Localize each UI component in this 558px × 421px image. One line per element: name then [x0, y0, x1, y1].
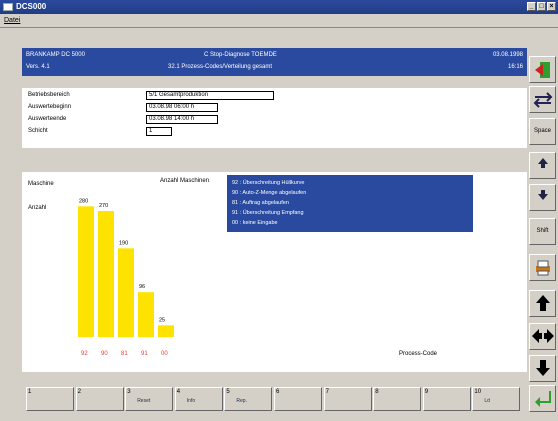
- legend-entry: 90 : Auto-Z-Menge abgelaufen: [232, 190, 306, 196]
- fkey-9[interactable]: 9: [422, 387, 471, 411]
- enter-icon: [533, 389, 553, 421]
- app-icon: [3, 3, 13, 11]
- maximize-button[interactable]: □: [537, 2, 546, 11]
- category-label: 92: [81, 351, 88, 357]
- field-schicht[interactable]: 1: [146, 127, 172, 136]
- chart-panel: MaschineAnzahl Maschinen23AnzahlProcess-…: [22, 172, 527, 372]
- arrow-up-small-button[interactable]: [529, 152, 556, 179]
- bar-value-label: 280: [79, 198, 88, 204]
- fkey-label: Info: [186, 398, 196, 404]
- space-button[interactable]: Space: [529, 118, 556, 145]
- fkey-8[interactable]: 8: [373, 387, 422, 411]
- sidebar: Space Shift: [527, 28, 558, 415]
- shift-button[interactable]: Shift: [529, 218, 556, 245]
- chart-machine-label: Maschine: [28, 181, 54, 187]
- legend-entry: 91 : Überschreitung Empfang: [232, 209, 304, 216]
- fkey-number: 2: [77, 389, 81, 395]
- label-schicht: Schicht: [28, 128, 48, 134]
- label-auswerteende: Auswerteende: [28, 116, 67, 122]
- category-label: 90: [101, 351, 108, 357]
- bar-value-label: 25: [159, 317, 165, 323]
- close-button[interactable]: ×: [547, 2, 556, 11]
- bar: [98, 211, 114, 337]
- swap-button[interactable]: [529, 86, 556, 113]
- label-betriebsbereich: Betriebsbereich: [28, 92, 70, 98]
- menu-item-datei[interactable]: Datei: [4, 17, 20, 24]
- arrow-down-button[interactable]: [529, 355, 556, 382]
- arrow-left-right-icon: [531, 327, 555, 357]
- arrow-down-small-icon: [536, 188, 550, 214]
- fkey-label: Reset: [137, 398, 151, 404]
- arrow-left-right-button[interactable]: [529, 323, 556, 350]
- fkey-10[interactable]: 10 Ld: [472, 387, 521, 411]
- sidebar-button-label: Space: [533, 128, 551, 134]
- time: 16:16: [507, 64, 523, 70]
- report-title: 32.1 Prozess-Codes/Verteilung gesamt: [168, 64, 273, 70]
- chart-title: Anzahl Maschinen: [160, 178, 209, 184]
- fkey-number: 10: [474, 389, 482, 395]
- arrow-down-small-button[interactable]: [529, 184, 556, 211]
- fkey-5[interactable]: 5 Rep.: [224, 387, 273, 411]
- fkey-6[interactable]: 6: [274, 387, 322, 411]
- fkey-3[interactable]: 3 Reset: [125, 387, 174, 411]
- printer-button[interactable]: [529, 254, 556, 281]
- menu-bar: Datei: [0, 14, 558, 28]
- printer-icon: [533, 258, 553, 290]
- bar: [138, 292, 154, 337]
- fkey-1[interactable]: 1: [26, 387, 74, 411]
- chart-y-label: Anzahl: [28, 205, 46, 211]
- bar: [118, 248, 134, 337]
- date: 03.08.1998: [492, 52, 523, 58]
- category-label: 91: [141, 351, 148, 357]
- chart-x-label: Process-Code: [399, 351, 438, 357]
- minimize-button[interactable]: _: [527, 2, 536, 11]
- fkey-number: 3: [127, 389, 131, 395]
- fkey-number: 5: [226, 389, 230, 395]
- fkey-label: Ld: [484, 398, 490, 404]
- title-bar: DCS000 _ □ ×: [0, 0, 558, 14]
- fkey-4[interactable]: 4 Info: [174, 387, 223, 411]
- arrow-up-button[interactable]: [529, 290, 556, 317]
- fkey-label: Rep.: [236, 398, 247, 404]
- fkey-number: 4: [176, 389, 181, 395]
- diagnosis-title: C Stop-Diagnose TOEMDE: [204, 52, 277, 58]
- bar-chart: MaschineAnzahl Maschinen23AnzahlProcess-…: [28, 175, 473, 357]
- fkey-number: 9: [424, 389, 429, 395]
- sidebar-button-label: Shift: [536, 228, 549, 234]
- bar: [158, 325, 174, 337]
- fkey-number: 6: [276, 389, 280, 395]
- version: Vers. 4.1: [26, 64, 50, 70]
- label-auswertebeginn: Auswertebeginn: [28, 104, 72, 110]
- category-label: 00: [161, 351, 168, 357]
- legend-entry: 92 : Überschreitung Hüllkurve: [232, 179, 304, 186]
- bar-value-label: 96: [139, 284, 145, 290]
- field-auswertebeginn[interactable]: 03.08.98 06:00 h: [146, 103, 218, 112]
- bar: [78, 206, 94, 337]
- function-key-bar: 1 2 3 Reset 4 Info 5 Rep. 6 7 8 9 10 Ld: [0, 383, 527, 415]
- arrow-up-icon: [534, 294, 552, 324]
- fkey-number: 1: [28, 389, 32, 395]
- legend-entry: 00 : keine Eingabe: [232, 220, 278, 226]
- fkey-7[interactable]: 7: [323, 387, 372, 411]
- legend-entry: 81 : Auftrag abgelaufen: [232, 200, 289, 206]
- bar-value-label: 270: [99, 203, 108, 209]
- field-auswerteende[interactable]: 03.08.98 14:00 h: [146, 115, 218, 124]
- system-name: BRANKAMP DC 5000: [26, 52, 85, 58]
- field-betriebsbereich[interactable]: 5/1 Gesamtproduktion: [146, 91, 274, 100]
- parameter-form: Betriebsbereich 5/1 Gesamtproduktion Aus…: [22, 88, 527, 148]
- info-header: BRANKAMP DC 5000 Vers. 4.1 C Stop-Diagno…: [22, 48, 527, 76]
- fkey-number: 8: [375, 389, 379, 395]
- window-title: DCS000: [16, 2, 47, 11]
- bar-value-label: 190: [119, 240, 128, 246]
- enter-button[interactable]: [529, 385, 556, 412]
- fkey-2[interactable]: 2: [75, 387, 124, 411]
- category-label: 81: [121, 351, 128, 357]
- arrow-up-small-icon: [536, 156, 550, 182]
- exit-button[interactable]: [529, 56, 556, 83]
- fkey-number: 7: [325, 389, 329, 395]
